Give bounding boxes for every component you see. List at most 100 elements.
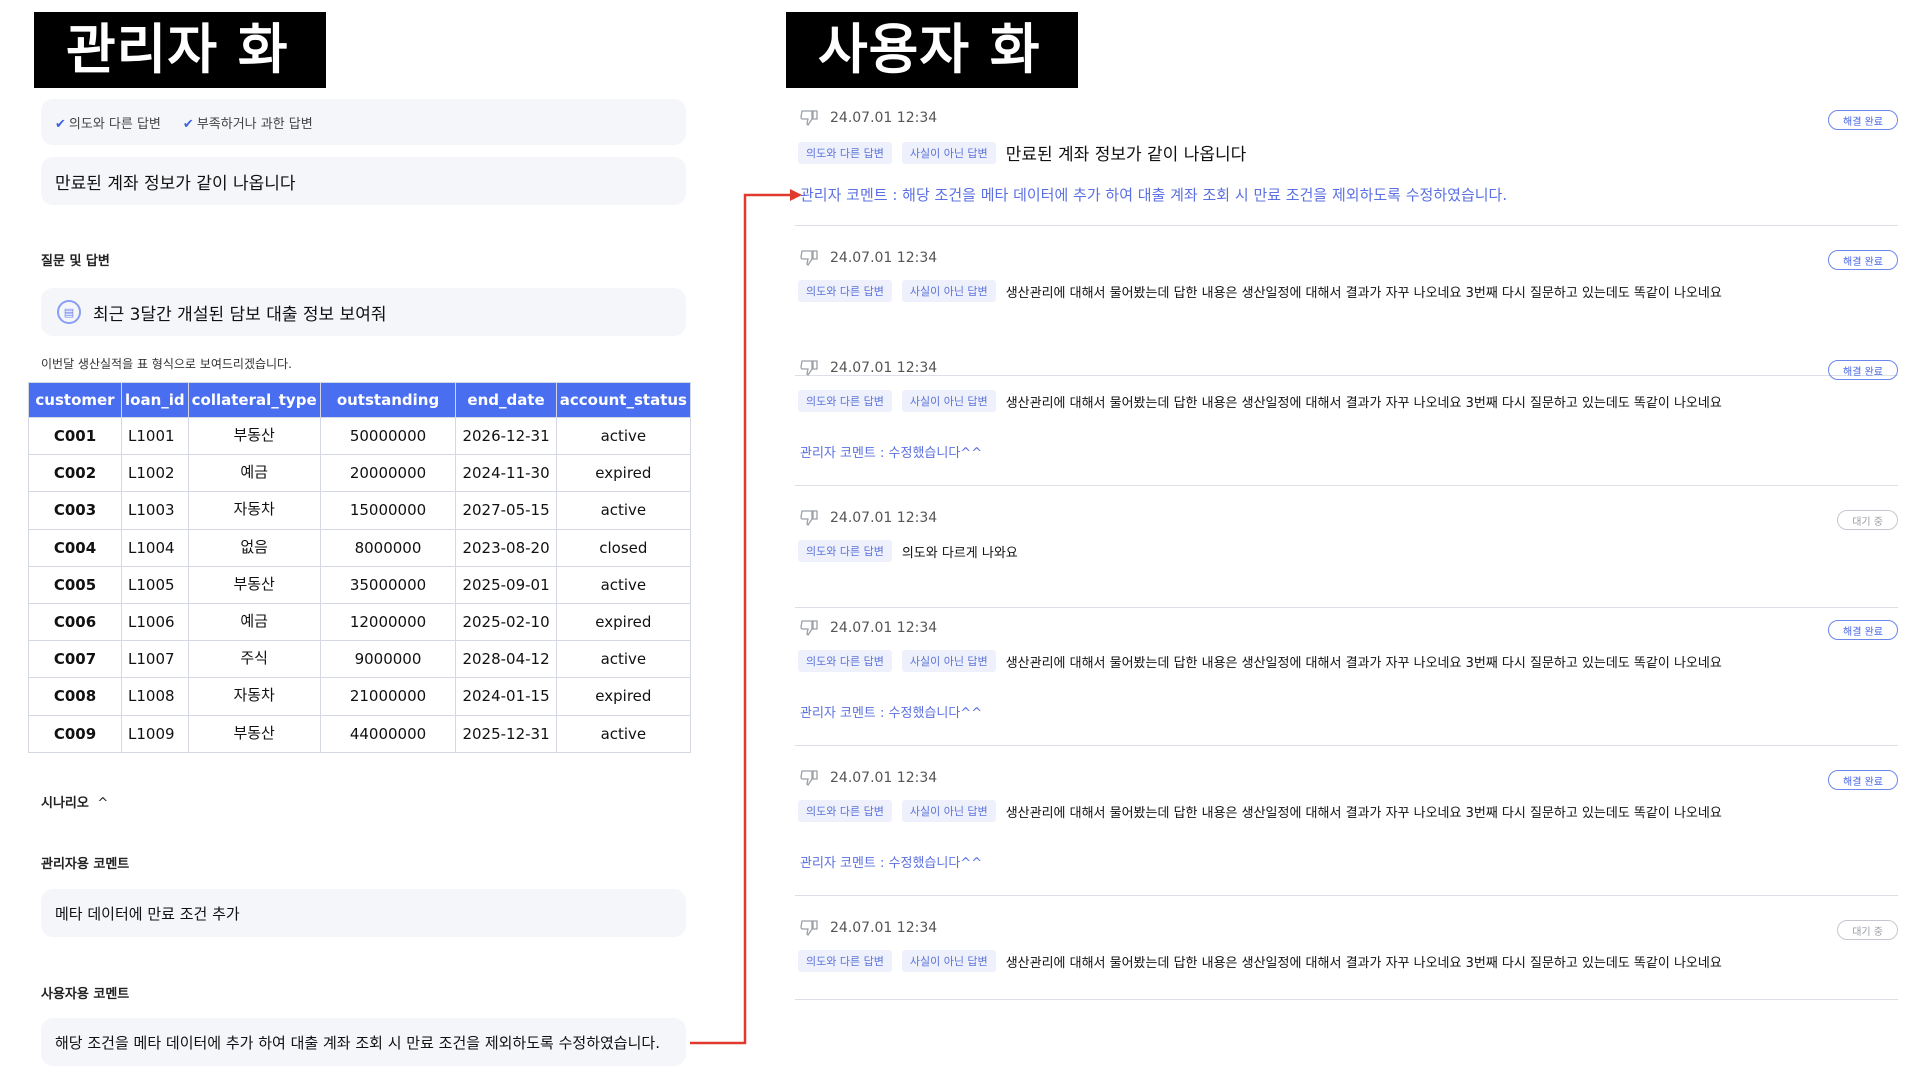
table-cell: 2024-11-30 bbox=[455, 454, 557, 493]
scenario-toggle[interactable]: 시나리오 ^ bbox=[41, 792, 108, 811]
table-cell: C007 bbox=[27, 640, 123, 679]
reason-tag: 의도와 다른 답변 bbox=[798, 390, 892, 412]
reason-tag: 의도와 다른 답변 bbox=[798, 141, 892, 164]
status-badge[interactable]: 대기 중 bbox=[1837, 920, 1898, 940]
table-header-loan_id: loan_id bbox=[121, 382, 189, 418]
table-row: C001 L1001 부동산 50000000 2026-12-31 active bbox=[27, 416, 692, 456]
table-cell: active bbox=[555, 714, 692, 753]
table-cell: 부동산 bbox=[187, 416, 321, 456]
thumbs-down-icon[interactable] bbox=[800, 250, 818, 266]
feedback-body: 의도와 다른 답변 사실이 아닌 답변 생산관리에 대해서 물어봤는데 답한 내용은… bbox=[798, 280, 1722, 302]
reason-tag: 사실이 아닌 답변 bbox=[901, 800, 996, 822]
table-cell: 없음 bbox=[187, 528, 321, 567]
feedback-text: 생산관리에 대해서 물어봤는데 답한 내용은 생산일정에 대해서 결과가 자꾸 … bbox=[1005, 805, 1722, 821]
feedback-text: 생산관리에 대해서 물어봤는데 답한 내용은 생산일정에 대해서 결과가 자꾸 … bbox=[1005, 955, 1722, 971]
timestamp: 24.07.01 12:34 bbox=[830, 510, 938, 526]
feedback-item[interactable]: 24.07.01 12:34 대기 중 의도와 다른 답변 의도와 다르게 나와요 bbox=[795, 508, 1898, 608]
thumbs-down-icon[interactable] bbox=[800, 920, 818, 936]
connector-arrow bbox=[690, 189, 802, 1045]
table-row: C005 L1005 부동산 35000000 2025-09-01 active bbox=[27, 565, 692, 604]
table-cell: closed bbox=[555, 528, 692, 567]
table-row: C002 L1002 예금 20000000 2024-11-30 expired bbox=[27, 454, 692, 493]
reason-tag: 의도와 다른 답변 bbox=[798, 280, 892, 302]
admin-comment-input[interactable]: 메타 데이터에 만료 조건 추가 bbox=[41, 889, 686, 937]
feedback-item[interactable]: 24.07.01 12:34 해결 완료 의도와 다른 답변 사실이 아닌 답변 생… bbox=[795, 618, 1898, 746]
table-cell: 20000000 bbox=[319, 454, 457, 493]
status-badge[interactable]: 해결 완료 bbox=[1828, 770, 1898, 790]
table-row: C004 L1004 없음 8000000 2023-08-20 closed bbox=[27, 528, 692, 567]
table-cell: 부동산 bbox=[187, 565, 321, 604]
thumbs-down-icon[interactable] bbox=[800, 360, 818, 376]
table-cell: 자동차 bbox=[187, 491, 321, 530]
table-row: C007 L1007 주식 9000000 2028-04-12 active bbox=[27, 640, 692, 679]
table-cell: L1004 bbox=[121, 528, 189, 567]
table-cell: 2025-12-31 bbox=[455, 714, 557, 753]
feedback-text: 의도와 다르게 나와요 bbox=[901, 545, 1018, 561]
status-badge[interactable]: 대기 중 bbox=[1837, 510, 1898, 530]
admin-reply: 관리자 코멘트 : 수정했습니다^^ bbox=[800, 706, 983, 721]
table-cell: 2023-08-20 bbox=[455, 528, 557, 567]
table-cell: expired bbox=[555, 454, 692, 493]
check-icon: ✔ bbox=[55, 116, 66, 132]
admin-reply: 관리자 코멘트 : 수정했습니다^^ bbox=[800, 446, 983, 461]
table-cell: C008 bbox=[27, 677, 123, 716]
reason-tag[interactable]: ✔ 부족하거나 과한 답변 bbox=[183, 113, 313, 132]
status-badge[interactable]: 해결 완료 bbox=[1828, 110, 1898, 130]
feedback-meta: 24.07.01 12:34 bbox=[800, 508, 937, 528]
feedback-body: 의도와 다른 답변 사실이 아닌 답변 생산관리에 대해서 물어봤는데 답한 내용은… bbox=[798, 650, 1722, 672]
table-cell: expired bbox=[555, 602, 692, 642]
reason-tag: 사실이 아닌 답변 bbox=[901, 950, 996, 972]
table-cell: L1008 bbox=[121, 677, 189, 716]
user-comment-input[interactable]: 해당 조건을 메타 데이터에 추가 하여 대출 계좌 조회 시 만료 조건을 제… bbox=[41, 1018, 686, 1066]
feedback-body: 의도와 다른 답변 사실이 아닌 답변 생산관리에 대해서 물어봤는데 답한 내용은… bbox=[798, 390, 1722, 412]
status-badge[interactable]: 해결 완료 bbox=[1828, 620, 1898, 640]
table-cell: 부동산 bbox=[187, 714, 321, 753]
feedback-text: 생산관리에 대해서 물어봤는데 답한 내용은 생산일정에 대해서 결과가 자꾸 … bbox=[1005, 655, 1722, 671]
feedback-meta: 24.07.01 12:34 bbox=[800, 618, 937, 638]
table-cell: 15000000 bbox=[319, 491, 457, 530]
table-cell: expired bbox=[555, 677, 692, 716]
feedback-item[interactable]: 24.07.01 12:34 해결 완료 의도와 다른 답변 사실이 아닌 답변 생… bbox=[795, 248, 1898, 376]
reason-tag: 의도와 다른 답변 bbox=[798, 800, 892, 822]
thumbs-down-icon[interactable] bbox=[800, 620, 818, 636]
table-cell: L1001 bbox=[121, 416, 189, 456]
table-cell: C006 bbox=[27, 602, 123, 642]
feedback-meta: 24.07.01 12:34 bbox=[800, 918, 937, 938]
feedback-item[interactable]: 24.07.01 12:34 해결 완료 의도와 다른 답변 사실이 아닌 답변 생… bbox=[795, 358, 1898, 486]
table-header-end_date: end_date bbox=[455, 382, 557, 418]
feedback-item[interactable]: 24.07.01 12:34 해결 완료 의도와 다른 답변 사실이 아닌 답변 만… bbox=[795, 108, 1898, 226]
table-cell: C002 bbox=[27, 454, 123, 493]
table-row: C006 L1006 예금 12000000 2025-02-10 expired bbox=[27, 602, 692, 642]
table-cell: C005 bbox=[27, 565, 123, 604]
thumbs-down-icon[interactable] bbox=[800, 770, 818, 786]
status-badge[interactable]: 해결 완료 bbox=[1828, 360, 1898, 380]
issue-text: 만료된 계좌 정보가 같이 나옵니다 bbox=[55, 173, 296, 194]
user-screen-label: 사용자 화면 bbox=[786, 12, 1078, 157]
status-badge[interactable]: 해결 완료 bbox=[1828, 250, 1898, 270]
thumbs-down-icon[interactable] bbox=[800, 510, 818, 526]
timestamp: 24.07.01 12:34 bbox=[830, 110, 938, 126]
feedback-text: 생산관리에 대해서 물어봤는데 답한 내용은 생산일정에 대해서 결과가 자꾸 … bbox=[1005, 285, 1722, 301]
table-cell: 2026-12-31 bbox=[455, 416, 557, 456]
table-cell: 12000000 bbox=[319, 602, 457, 642]
thumbs-down-icon[interactable] bbox=[800, 110, 818, 126]
admin-reply: 관리자 코멘트 : 수정했습니다^^ bbox=[800, 856, 983, 871]
table-cell: active bbox=[555, 640, 692, 679]
table-cell: 44000000 bbox=[319, 714, 457, 753]
table-cell: 예금 bbox=[187, 602, 321, 642]
table-cell: 자동차 bbox=[187, 677, 321, 716]
user-comment-title: 사용자용 코멘트 bbox=[41, 987, 130, 1002]
check-icon: ✔ bbox=[182, 116, 194, 132]
feedback-item[interactable]: 24.07.01 12:34 해결 완료 의도와 다른 답변 사실이 아닌 답변 생… bbox=[795, 768, 1898, 896]
table-cell: active bbox=[555, 416, 692, 456]
admin-comment-title: 관리자용 코멘트 bbox=[41, 857, 130, 872]
table-cell: 2025-02-10 bbox=[455, 602, 557, 642]
chat-bubble-icon: ▤ bbox=[57, 300, 81, 324]
feedback-body: 의도와 다른 답변 의도와 다르게 나와요 bbox=[798, 540, 1018, 562]
table-cell: C009 bbox=[27, 714, 123, 753]
table-header-row: customer loan_id collateral_type outstandin… bbox=[27, 382, 692, 418]
reason-tag[interactable]: ✔ 의도와 다른 답변 bbox=[55, 113, 161, 132]
table-cell: active bbox=[555, 565, 692, 604]
feedback-item[interactable]: 24.07.01 12:34 대기 중 의도와 다른 답변 사실이 아닌 답변 생산… bbox=[795, 918, 1898, 1000]
timestamp: 24.07.01 12:34 bbox=[830, 770, 938, 786]
